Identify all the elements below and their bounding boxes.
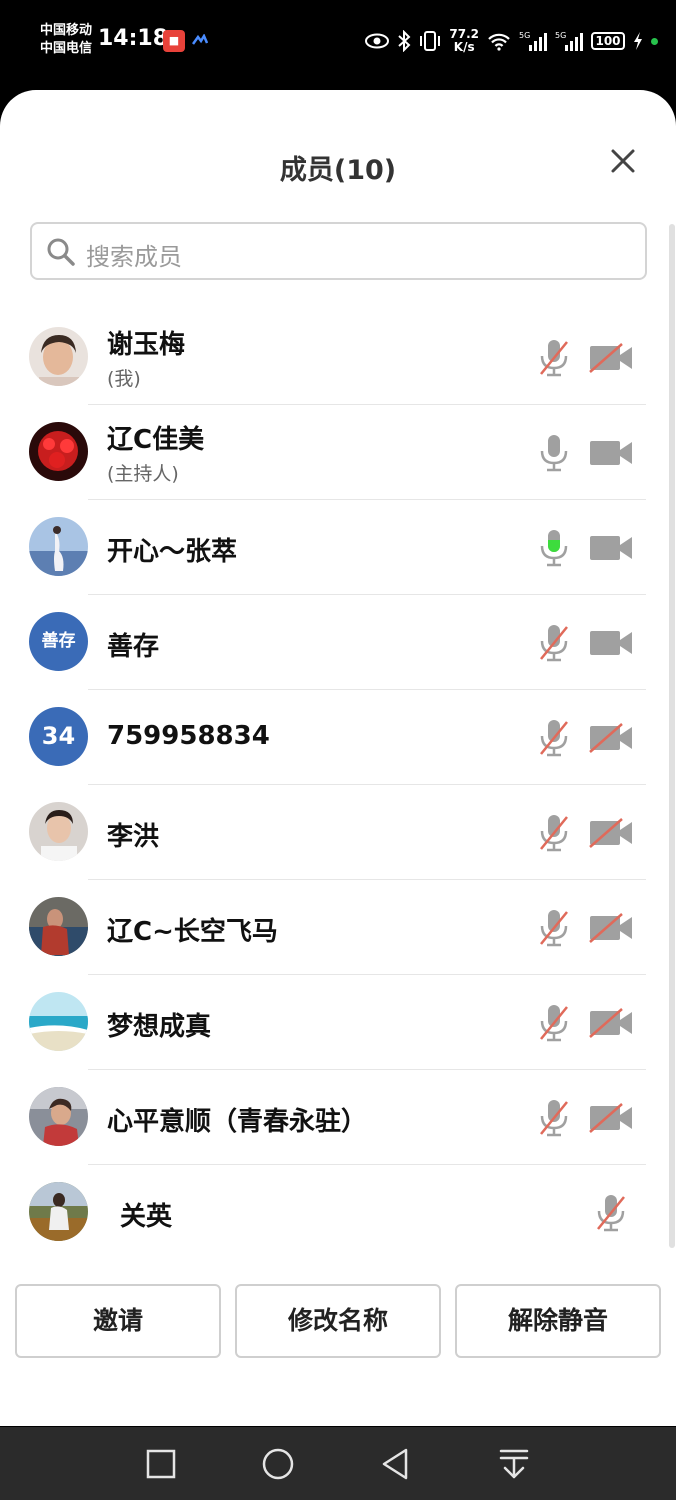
camera-icon[interactable] xyxy=(588,437,634,469)
camera-off-icon[interactable] xyxy=(588,722,634,754)
member-row[interactable]: 34 759958834 xyxy=(0,690,660,785)
svg-text:5G: 5G xyxy=(555,31,566,40)
member-name: 辽C佳美 xyxy=(107,425,205,455)
unmute-all-button[interactable]: 解除静音 xyxy=(455,1284,661,1358)
mic-muted-icon[interactable] xyxy=(537,813,571,853)
notification-pulldown-icon[interactable] xyxy=(497,1447,531,1481)
camera-off-icon[interactable] xyxy=(588,342,634,374)
status-dot xyxy=(651,37,658,45)
camera-off-icon[interactable] xyxy=(588,1102,634,1134)
member-row[interactable]: 善存 善存 xyxy=(0,595,660,690)
signal-5g-icon: 5G xyxy=(519,31,547,51)
mic-muted-icon[interactable] xyxy=(537,623,571,663)
sheet-title: 成员(10) xyxy=(279,155,397,186)
avatar xyxy=(29,422,88,481)
member-row[interactable]: 梦想成真 xyxy=(0,975,660,1070)
members-sheet: 成员(10) 搜索成员 谢玉梅 (我) 辽C佳美 (主持人) 开心～张萃 善存 … xyxy=(0,90,676,1426)
notification-bird-icon xyxy=(192,34,208,45)
member-name: 李洪 xyxy=(107,822,160,852)
mic-muted-icon[interactable] xyxy=(537,1098,571,1138)
bluetooth-icon xyxy=(398,30,411,52)
member-row[interactable]: 辽C佳美 (主持人) xyxy=(0,405,660,500)
status-bar: 中国移动 中国电信 14:18 ■ 77.2 K/s 5G 5G 100 xyxy=(0,0,676,88)
mic-muted-icon[interactable] xyxy=(537,908,571,948)
wifi-icon xyxy=(488,33,510,51)
avatar xyxy=(29,517,88,576)
mic-muted-icon[interactable] xyxy=(537,718,571,758)
search-placeholder: 搜索成员 xyxy=(86,243,182,271)
signal-5g-icon-2: 5G xyxy=(555,31,583,51)
camera-icon[interactable] xyxy=(588,627,634,659)
mic-icon[interactable] xyxy=(537,433,571,473)
camera-icon[interactable] xyxy=(588,532,634,564)
avatar xyxy=(29,992,88,1051)
member-row[interactable]: 李洪 xyxy=(0,785,660,880)
system-nav-bar xyxy=(0,1427,676,1500)
mic-muted-icon[interactable] xyxy=(594,1193,628,1233)
vibrate-icon xyxy=(420,31,441,51)
close-icon[interactable] xyxy=(606,144,640,178)
avatar xyxy=(29,897,88,956)
clock: 14:18 xyxy=(98,26,169,51)
carrier-info: 中国移动 中国电信 xyxy=(40,22,92,58)
net-speed: 77.2 K/s xyxy=(449,28,479,54)
member-role: (我) xyxy=(107,368,141,390)
member-row[interactable]: 心平意顺（青春永驻） xyxy=(0,1070,660,1165)
back-icon[interactable] xyxy=(379,1447,413,1481)
member-row[interactable]: 开心～张萃 xyxy=(0,500,660,595)
member-name: 开心～张萃 xyxy=(107,537,238,567)
member-row[interactable]: 关英 xyxy=(0,1165,660,1260)
mic-speaking-icon[interactable] xyxy=(537,528,571,568)
member-name: 759958834 xyxy=(107,721,270,751)
home-icon[interactable] xyxy=(261,1447,295,1481)
charging-icon xyxy=(634,32,642,50)
member-row[interactable]: 谢玉梅 (我) xyxy=(0,310,660,405)
carrier-1: 中国移动 xyxy=(40,23,93,38)
recents-icon[interactable] xyxy=(144,1447,178,1481)
avatar xyxy=(29,802,88,861)
member-row[interactable]: 辽C~长空飞马 xyxy=(0,880,660,975)
mic-muted-icon[interactable] xyxy=(537,1003,571,1043)
avatar xyxy=(29,1087,88,1146)
member-name: 关英 xyxy=(120,1202,173,1232)
invite-button[interactable]: 邀请 xyxy=(15,1284,221,1358)
eye-icon xyxy=(365,33,390,49)
member-role: (主持人) xyxy=(107,463,179,485)
camera-off-icon[interactable] xyxy=(588,817,634,849)
search-icon xyxy=(47,238,75,266)
svg-text:5G: 5G xyxy=(519,31,530,40)
net-speed-unit: K/s xyxy=(453,40,475,54)
action-bar: 邀请 修改名称 解除静音 xyxy=(0,1284,676,1358)
rename-button[interactable]: 修改名称 xyxy=(235,1284,441,1358)
carrier-2: 中国电信 xyxy=(40,41,93,56)
mic-muted-icon[interactable] xyxy=(537,338,571,378)
member-name: 辽C~长空飞马 xyxy=(107,917,278,947)
camera-off-icon[interactable] xyxy=(588,912,634,944)
member-name: 梦想成真 xyxy=(107,1012,212,1042)
search-input[interactable]: 搜索成员 xyxy=(30,222,647,280)
camera-off-icon[interactable] xyxy=(588,1007,634,1039)
avatar xyxy=(29,1182,88,1241)
avatar-initials: 善存 xyxy=(29,612,88,671)
member-name: 谢玉梅 xyxy=(107,330,186,360)
avatar-initials: 34 xyxy=(29,707,88,766)
avatar xyxy=(29,327,88,386)
status-icons: 77.2 K/s 5G 5G 100 xyxy=(365,24,658,58)
scrollbar[interactable] xyxy=(669,224,675,1248)
notification-app-icon: ■ xyxy=(163,30,185,52)
member-name: 善存 xyxy=(107,632,160,662)
battery-indicator: 100 xyxy=(591,32,625,50)
member-name: 心平意顺（青春永驻） xyxy=(107,1107,368,1137)
